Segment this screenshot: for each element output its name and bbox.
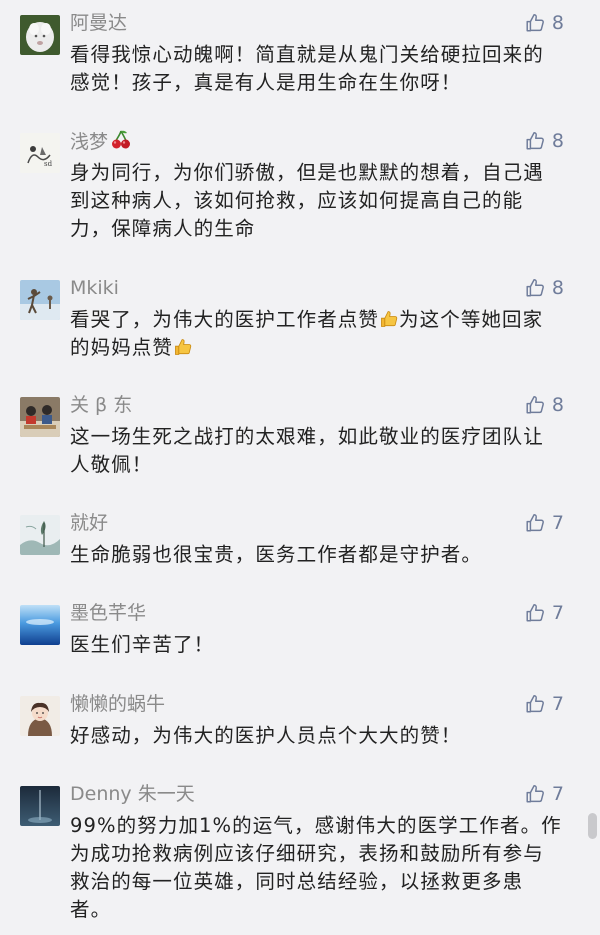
avatar[interactable] <box>20 397 60 437</box>
like-button[interactable]: 8 <box>524 129 564 153</box>
like-button[interactable]: 7 <box>524 692 564 716</box>
like-button[interactable]: 7 <box>524 782 564 806</box>
comment-text: 看得我惊心动魄啊！简直就是从鬼门关给硬拉回来的感觉！孩子，真是有人是用生命在生你… <box>70 43 544 94</box>
avatar[interactable]: sd <box>20 133 60 173</box>
thumbs-up-outline-icon <box>526 514 544 532</box>
comment-text: 生命脆弱也很宝贵，医务工作者都是守护者。 <box>70 543 483 566</box>
comment-list: 阿曼达 8 看得我惊心动魄啊！简直就是从鬼门关给硬拉回来的感觉！孩子，真是有人是… <box>0 0 600 935</box>
avatar[interactable] <box>20 515 60 555</box>
thumbs-up-outline-icon <box>526 396 544 414</box>
like-button[interactable]: 7 <box>524 511 564 535</box>
commenter-name[interactable]: 阿曼达 <box>70 11 127 35</box>
comment-text: 这一场生死之战打的太艰难，如此敬业的医疗团队让人敬佩！ <box>70 425 544 476</box>
commenter-name-text: 浅梦 <box>70 131 109 153</box>
cherries-emoji-icon <box>110 129 132 157</box>
like-count: 8 <box>551 394 564 416</box>
like-button[interactable]: 8 <box>524 11 564 35</box>
like-button[interactable]: 7 <box>524 601 564 625</box>
comment-text: 医生们辛苦了！ <box>70 633 215 656</box>
svg-text:sd: sd <box>44 160 53 168</box>
like-button[interactable]: 8 <box>524 393 564 417</box>
comment-text-part: 看哭了，为伟大的医护工作者点赞 <box>70 308 380 331</box>
thumbs-up-outline-icon <box>526 604 544 622</box>
commenter-name[interactable]: 浅梦 <box>70 129 132 157</box>
thumbs-up-outline-icon <box>526 14 544 32</box>
thumbs-up-outline-icon <box>526 279 544 297</box>
like-count: 7 <box>551 512 564 534</box>
avatar[interactable] <box>20 605 60 645</box>
commenter-name[interactable]: 懒懒的蜗牛 <box>70 692 165 716</box>
comment-text: 99%的努力加1%的运气，感谢伟大的医学工作者。作为成功抢救病例应该仔细研究，表… <box>70 814 562 921</box>
like-count: 8 <box>551 130 564 152</box>
like-button[interactable]: 8 <box>524 276 564 300</box>
scrollbar-thumb[interactable] <box>588 813 597 839</box>
thumbs-up-outline-icon <box>526 132 544 150</box>
thumbs-up-emoji-icon <box>173 337 193 357</box>
like-count: 7 <box>551 783 564 805</box>
avatar[interactable] <box>20 786 60 826</box>
like-count: 8 <box>551 12 564 34</box>
comment-text: 好感动，为伟大的医护人员点个大大的赞！ <box>70 724 462 747</box>
like-count: 7 <box>551 602 564 624</box>
avatar[interactable] <box>20 15 60 55</box>
commenter-name[interactable]: 墨色芊华 <box>70 601 146 625</box>
commenter-name[interactable]: Denny 朱一天 <box>70 782 195 806</box>
avatar[interactable] <box>20 696 60 736</box>
comment-text: 看哭了，为伟大的医护工作者点赞 为这个等她回家的妈妈点赞 <box>70 306 562 362</box>
thumbs-up-outline-icon <box>526 695 544 713</box>
avatar[interactable] <box>20 280 60 320</box>
commenter-name[interactable]: Mkiki <box>70 276 119 300</box>
commenter-name[interactable]: 就好 <box>70 511 108 535</box>
like-count: 7 <box>551 693 564 715</box>
comment-text: 身为同行，为你们骄傲，但是也默默的想着，自己遇到这种病人，该如何抢救，应该如何提… <box>70 161 544 240</box>
commenter-name[interactable]: 关 β 东 <box>70 393 132 417</box>
like-count: 8 <box>551 277 564 299</box>
thumbs-up-outline-icon <box>526 785 544 803</box>
thumbs-up-emoji-icon <box>379 309 399 329</box>
